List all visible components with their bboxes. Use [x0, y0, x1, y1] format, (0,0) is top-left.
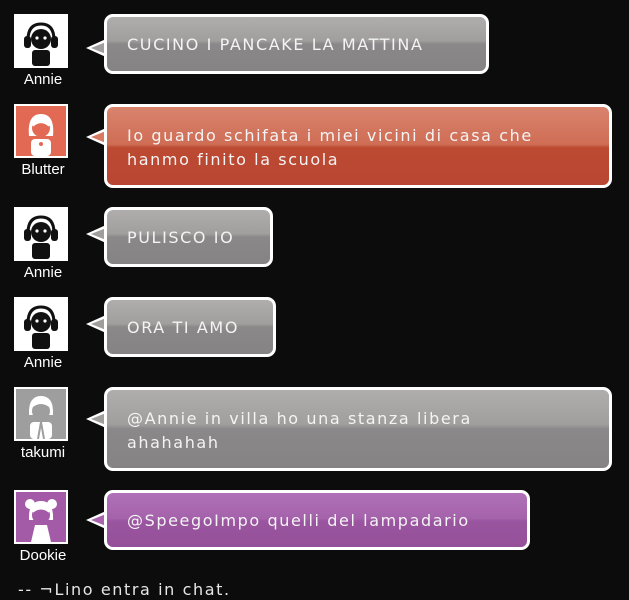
message-text-line: Io guardo schifata i miei vicini di casa… [127, 126, 533, 145]
message-bubble: Io guardo schifata i miei vicini di casa… [104, 104, 612, 188]
message-bubble: @SpeegoImpo quelli del lampadario [104, 490, 530, 550]
username[interactable]: Dookie [4, 547, 82, 564]
username[interactable]: Annie [4, 71, 82, 88]
message-text: ORA TI AMO [127, 318, 240, 337]
message-bubble: @Annie in villa ho una stanza libera aha… [104, 387, 612, 471]
bubble-tail [86, 315, 106, 333]
system-message: -- ¬Lino entra in chat. [18, 580, 231, 599]
message-bubble: CUCINO I PANCAKE LA MATTINA [104, 14, 489, 74]
message-text: PULISCO IO [127, 228, 235, 247]
message-text: CUCINO I PANCAKE LA MATTINA [127, 35, 424, 54]
message-bubble: PULISCO IO [104, 207, 273, 267]
bubble-tail [86, 225, 106, 243]
annie-avatar-icon[interactable] [14, 14, 68, 68]
bubble-tail [86, 39, 106, 57]
username[interactable]: Blutter [4, 161, 82, 178]
username[interactable]: Annie [4, 264, 82, 281]
message-text: @SpeegoImpo quelli del lampadario [127, 511, 470, 530]
chat-log: Annie CUCINO I PANCAKE LA MATTINA Blutte… [0, 0, 629, 600]
message-text-line: hanmo finito la scuola [127, 150, 340, 169]
message-text-line: @Annie in villa ho una stanza libera [127, 409, 472, 428]
blutter-avatar-icon[interactable] [14, 104, 68, 158]
dookie-avatar-icon[interactable] [14, 490, 68, 544]
username[interactable]: takumi [4, 444, 82, 461]
bubble-tail [86, 511, 106, 529]
bubble-tail [86, 128, 106, 146]
message-bubble: ORA TI AMO [104, 297, 276, 357]
username[interactable]: Annie [4, 354, 82, 371]
message-text-line: ahahahah [127, 433, 220, 452]
annie-avatar-icon[interactable] [14, 297, 68, 351]
bubble-tail [86, 410, 106, 428]
takumi-avatar-icon[interactable] [14, 387, 68, 441]
annie-avatar-icon[interactable] [14, 207, 68, 261]
